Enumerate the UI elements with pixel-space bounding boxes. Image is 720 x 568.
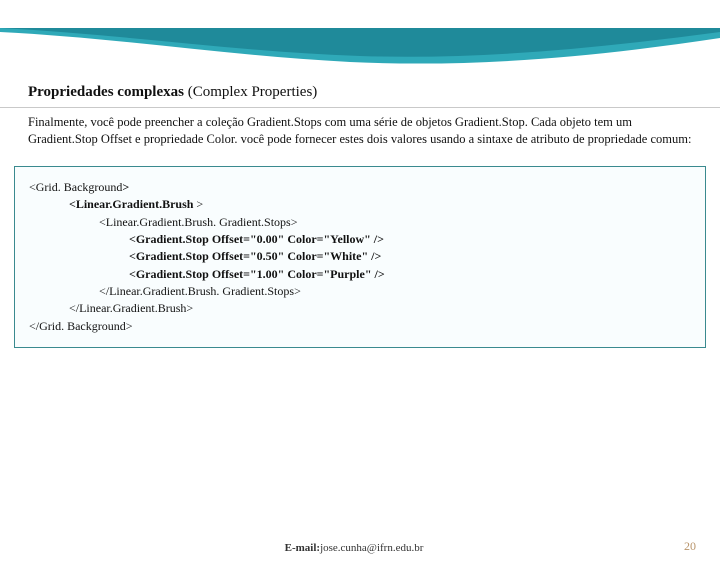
code-line: <Linear.Gradient.Brush. Gradient.Stops>	[29, 214, 691, 231]
code-line: <Linear.Gradient.Brush >	[29, 196, 691, 213]
code-line: <Grid. Background>	[29, 179, 691, 196]
code-text: >	[196, 197, 203, 211]
footer-email: E-mail:jose.cunha@ifrn.edu.br	[24, 542, 684, 554]
code-block: <Grid. Background> <Linear.Gradient.Brus…	[14, 166, 706, 349]
email-value: jose.cunha@ifrn.edu.br	[320, 542, 423, 554]
code-line: </Linear.Gradient.Brush>	[29, 300, 691, 317]
section-heading: Propriedades complexas (Complex Properti…	[0, 84, 720, 108]
page-title: XAML	[0, 28, 720, 66]
email-label: E-mail:	[285, 542, 320, 554]
code-text: <Grid. Background	[29, 180, 122, 194]
page-number: 20	[684, 539, 696, 554]
code-line: <Gradient.Stop Offset="0.00" Color="Yell…	[29, 231, 691, 248]
subtitle-paren: (Complex Properties)	[188, 84, 318, 100]
code-line: <Gradient.Stop Offset="1.00" Color="Purp…	[29, 266, 691, 283]
subtitle-bold: Propriedades complexas	[28, 84, 188, 100]
code-line: </Grid. Background>	[29, 318, 691, 335]
code-text: >	[122, 180, 129, 194]
code-text: <Linear.Gradient.Brush	[69, 197, 196, 211]
code-line: </Linear.Gradient.Brush. Gradient.Stops>	[29, 283, 691, 300]
footer: E-mail:jose.cunha@ifrn.edu.br 20	[0, 539, 720, 554]
code-line: <Gradient.Stop Offset="0.50" Color="Whit…	[29, 248, 691, 265]
body-paragraph: Finalmente, você pode preencher a coleçã…	[0, 114, 720, 148]
